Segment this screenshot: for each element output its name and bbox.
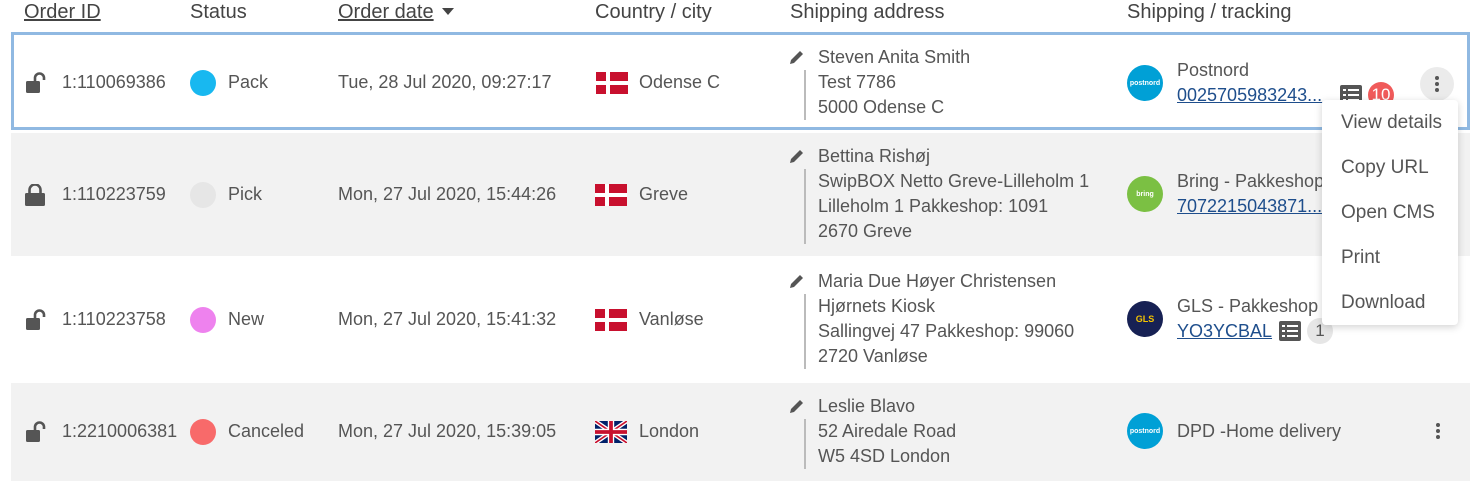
status-dot <box>190 307 216 333</box>
address-lines: Hjørnets Kiosk Sallingvej 47 Pakkeshop: … <box>804 294 1124 369</box>
notes-list-icon[interactable] <box>1279 321 1301 341</box>
city: Vanløse <box>639 309 704 329</box>
order-id[interactable]: 1:110223758 <box>62 307 166 332</box>
column-header-address: Shipping address <box>790 1 945 23</box>
table-row[interactable]: 1:2210006381 Canceled Mon, 27 Jul 2020, … <box>11 383 1470 481</box>
denmark-flag-icon <box>595 309 627 331</box>
menu-item-view-details[interactable]: View details <box>1341 111 1442 135</box>
shipping-address: Leslie Blavo 52 Airedale Road W5 4SD Lon… <box>790 394 1104 469</box>
postnord-logo-icon: postnord <box>1127 413 1163 449</box>
table-row[interactable]: 1:110223758 New Mon, 27 Jul 2020, 15:41:… <box>11 258 1470 381</box>
unlocked-icon[interactable] <box>25 421 47 443</box>
row-context-menu: View details Copy URL Open CMS Print Dow… <box>1322 100 1458 325</box>
column-header-shipping: Shipping / tracking <box>1127 1 1292 23</box>
address-lines: Test 7786 5000 Odense C <box>804 70 1104 120</box>
status-dot <box>190 182 216 208</box>
edit-pencil-icon[interactable] <box>788 147 806 165</box>
shipping-address: Bettina Rishøj SwipBOX Netto Greve-Lille… <box>790 144 1124 244</box>
column-header-order-date[interactable]: Order date <box>338 0 454 24</box>
order-date: Tue, 28 Jul 2020, 09:27:17 <box>338 72 552 92</box>
status-label: Pack <box>228 72 269 92</box>
shipping-info: Bring - Pakkeshop 7072215043871... <box>1177 169 1327 219</box>
edit-pencil-icon[interactable] <box>788 272 806 290</box>
carrier-name: Bring - Pakkeshop <box>1177 171 1325 191</box>
city: Odense C <box>639 72 721 92</box>
address-line: Lilleholm 1 Pakkeshop: 1091 <box>818 196 1049 216</box>
shipping-address: Steven Anita Smith Test 7786 5000 Odense… <box>790 45 1104 120</box>
locked-icon[interactable] <box>25 184 47 206</box>
carrier-name: GLS - Pakkeshop <box>1177 296 1319 316</box>
address-line: Test 7786 <box>818 72 897 92</box>
address-name: Leslie Blavo <box>818 396 916 416</box>
order-id[interactable]: 1:2210006381 <box>62 419 177 444</box>
edit-pencil-icon[interactable] <box>788 397 806 415</box>
more-options-icon[interactable] <box>1420 67 1454 101</box>
address-line: Hjørnets Kiosk <box>818 296 936 316</box>
menu-item-copy-url[interactable]: Copy URL <box>1341 156 1429 180</box>
carrier-name: DPD -Home delivery <box>1177 421 1342 441</box>
menu-item-download[interactable]: Download <box>1341 291 1426 315</box>
table-row[interactable]: 1:110223759 Pick Mon, 27 Jul 2020, 15:44… <box>11 133 1470 256</box>
gls-logo-icon: GLS <box>1127 301 1163 337</box>
column-header-order-date-label[interactable]: Order date <box>338 1 434 23</box>
sort-desc-icon <box>441 8 454 15</box>
unlocked-icon[interactable] <box>25 72 47 94</box>
uk-flag-icon <box>595 421 627 443</box>
column-header-status: Status <box>190 1 247 23</box>
address-name: Maria Due Høyer Christensen <box>818 271 1057 291</box>
address-name: Bettina Rishøj <box>818 146 931 166</box>
shipping-address: Maria Due Høyer Christensen Hjørnets Kio… <box>790 269 1124 369</box>
more-options-icon[interactable] <box>1421 414 1455 448</box>
order-date: Mon, 27 Jul 2020, 15:41:32 <box>338 309 557 329</box>
postnord-logo-icon: postnord <box>1127 65 1163 101</box>
order-date: Mon, 27 Jul 2020, 15:44:26 <box>338 184 557 204</box>
address-line: W5 4SD London <box>818 446 951 466</box>
menu-item-print[interactable]: Print <box>1341 246 1380 270</box>
column-header-country: Country / city <box>595 1 712 23</box>
city: Greve <box>639 184 689 204</box>
address-line: 52 Airedale Road <box>818 421 957 441</box>
city: London <box>639 421 700 441</box>
address-lines: 52 Airedale Road W5 4SD London <box>804 419 1104 469</box>
address-line: 2720 Vanløse <box>818 346 928 366</box>
status-dot <box>190 70 216 96</box>
shipping-info: Postnord 0025705983243... <box>1177 58 1322 108</box>
edit-pencil-icon[interactable] <box>788 48 806 66</box>
address-lines: SwipBOX Netto Greve-Lilleholm 1 Lillehol… <box>804 169 1124 244</box>
carrier-name: Postnord <box>1177 60 1250 80</box>
order-date: Mon, 27 Jul 2020, 15:39:05 <box>338 421 557 441</box>
address-line: 2670 Greve <box>818 221 913 241</box>
address-line: SwipBOX Netto Greve-Lilleholm 1 <box>818 171 1090 191</box>
order-id[interactable]: 1:110223759 <box>62 182 166 207</box>
table-row[interactable]: 1:110069386 Pack Tue, 28 Jul 2020, 09:27… <box>11 32 1470 130</box>
unlocked-icon[interactable] <box>25 309 47 331</box>
table-header: Order ID Status Order date Country / cit… <box>0 0 1479 30</box>
bring-logo-icon: bring <box>1127 176 1163 212</box>
status-dot <box>190 419 216 445</box>
column-header-order-id[interactable]: Order ID <box>24 0 101 24</box>
denmark-flag-icon <box>596 72 628 94</box>
tracking-link[interactable]: 0025705983243... <box>1177 83 1322 108</box>
tracking-link[interactable]: 7072215043871... <box>1177 194 1327 219</box>
status-label: Pick <box>228 184 263 204</box>
menu-item-open-cms[interactable]: Open CMS <box>1341 201 1435 225</box>
address-line: Sallingvej 47 Pakkeshop: 99060 <box>818 321 1075 341</box>
status-label: Canceled <box>228 421 305 441</box>
status-label: New <box>228 309 265 329</box>
denmark-flag-icon <box>595 184 627 206</box>
address-line: 5000 Odense C <box>818 97 945 117</box>
address-name: Steven Anita Smith <box>818 47 971 67</box>
order-id[interactable]: 1:110069386 <box>62 70 166 95</box>
